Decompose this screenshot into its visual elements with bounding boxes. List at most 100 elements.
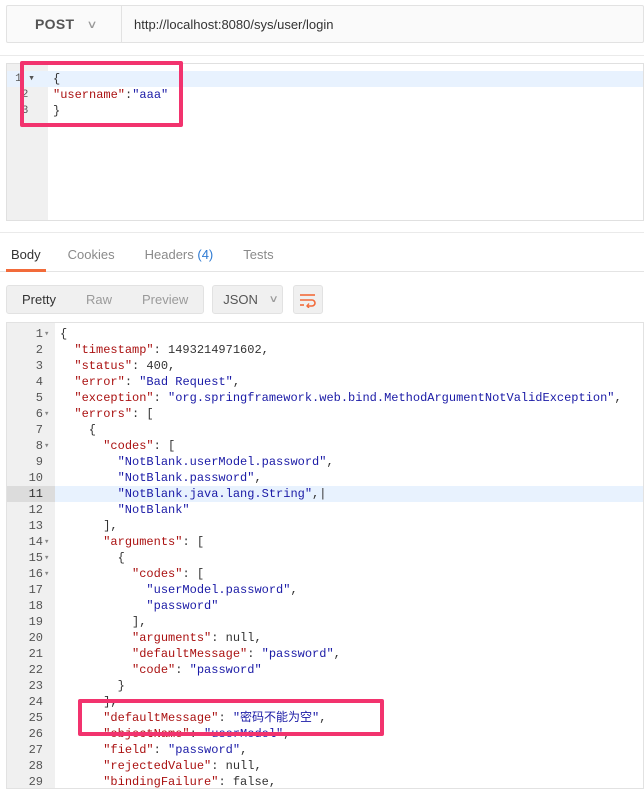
code-text: "timestamp": 1493214971602, — [74, 343, 269, 357]
fold-arrow-icon[interactable]: ▾ — [44, 406, 49, 422]
annotation-highlight-request — [20, 61, 183, 127]
line-number: 10 — [28, 471, 43, 485]
line-number: 22 — [28, 663, 43, 677]
line-number: 4 — [35, 375, 43, 389]
line-number: 9 — [35, 455, 43, 469]
method-label: POST — [35, 16, 75, 32]
raw-button[interactable]: Raw — [71, 286, 127, 313]
code-text: "rejectedValue": null, — [103, 759, 262, 773]
response-code-line: 9 "NotBlank.userModel.password", — [7, 454, 643, 470]
response-code-line: 10 "NotBlank.password", — [7, 470, 643, 486]
line-number: 13 — [28, 519, 43, 533]
line-number: 3 — [35, 359, 43, 373]
preview-button[interactable]: Preview — [127, 286, 203, 313]
url-input[interactable]: http://localhost:8080/sys/user/login — [122, 17, 333, 32]
code-text: ], — [60, 519, 118, 533]
line-number: 26 — [28, 727, 43, 741]
tab-body[interactable]: Body — [0, 247, 52, 272]
code-text: "NotBlank.password", — [117, 471, 262, 485]
fold-arrow-icon[interactable]: ▾ — [44, 326, 49, 342]
line-number: 29 — [28, 775, 43, 789]
request-url-bar: POST ∨ http://localhost:8080/sys/user/lo… — [6, 5, 644, 43]
code-text: "codes": [ — [132, 567, 205, 581]
response-code-line: 4 "error": "Bad Request", — [7, 374, 643, 390]
line-number: 7 — [35, 423, 43, 437]
divider — [0, 232, 644, 233]
response-code-line: 12 "NotBlank" — [7, 502, 643, 518]
response-code-line: 28 "rejectedValue": null, — [7, 758, 643, 774]
code-text: "status": 400, — [74, 359, 176, 373]
line-number: 11 — [28, 487, 43, 501]
tab-cookies[interactable]: Cookies — [57, 247, 126, 271]
line-number: 2 — [35, 343, 43, 357]
response-code-line: 20 "arguments": null, — [7, 630, 643, 646]
line-number: 21 — [28, 647, 43, 661]
divider — [0, 55, 644, 56]
response-code-line: 27 "field": "password", — [7, 742, 643, 758]
code-text: "NotBlank.java.lang.String",| — [117, 487, 327, 501]
response-code-line: 22 "code": "password" — [7, 662, 643, 678]
line-number: 5 — [35, 391, 43, 405]
response-code-line: 3 "status": 400, — [7, 358, 643, 374]
headers-count-badge: (4) — [197, 247, 214, 262]
line-number: 19 — [28, 615, 43, 629]
code-text: "password" — [146, 599, 219, 613]
line-number: 1 — [35, 327, 43, 341]
tab-headers[interactable]: Headers (4) — [134, 247, 225, 271]
code-text: { — [60, 327, 68, 341]
fold-arrow-icon[interactable]: ▾ — [44, 550, 49, 566]
wrap-lines-button[interactable] — [293, 285, 324, 314]
line-number: 28 — [28, 759, 43, 773]
response-code-line: 11 "NotBlank.java.lang.String",| — [7, 486, 643, 502]
code-text: "errors": [ — [74, 407, 154, 421]
wrap-lines-icon — [300, 293, 316, 308]
view-mode-switch: Pretty Raw Preview — [6, 285, 205, 314]
fold-arrow-icon[interactable]: ▾ — [44, 566, 49, 582]
response-code-line: 7 { — [7, 422, 643, 438]
response-code-line: 23 } — [7, 678, 643, 694]
code-text: { — [60, 551, 125, 565]
tab-tests[interactable]: Tests — [232, 247, 284, 271]
response-code-line: 5 "exception": "org.springframework.web.… — [7, 390, 643, 406]
format-select[interactable]: JSON ∨ — [212, 285, 284, 314]
response-code-line: 6 ▾ "errors": [ — [7, 406, 643, 422]
line-number: 20 — [28, 631, 43, 645]
line-number: 6 — [35, 407, 43, 421]
code-text: "defaultMessage": "password", — [132, 647, 341, 661]
code-text: } — [60, 679, 125, 693]
line-number: 12 — [28, 503, 43, 517]
code-text: "field": "password", — [103, 743, 248, 757]
response-code-line: 14 ▾ "arguments": [ — [7, 534, 643, 550]
response-code-line: 2 "timestamp": 1493214971602, — [7, 342, 643, 358]
code-text: "NotBlank.userModel.password", — [117, 455, 334, 469]
response-code-line: 29 "bindingFailure": false, — [7, 774, 643, 789]
line-number: 27 — [28, 743, 43, 757]
line-number: 17 — [28, 583, 43, 597]
fold-arrow-icon[interactable]: ▾ — [44, 438, 49, 454]
pretty-button[interactable]: Pretty — [7, 286, 71, 313]
chevron-down-icon: ∨ — [268, 294, 279, 305]
line-number: 23 — [28, 679, 43, 693]
line-number: 15 — [28, 551, 43, 565]
response-code-line: 17 "userModel.password", — [7, 582, 643, 598]
line-number: 8 — [35, 439, 43, 453]
response-code-line: 21 "defaultMessage": "password", — [7, 646, 643, 662]
code-text: "bindingFailure": false, — [103, 775, 277, 789]
code-text: ], — [60, 615, 147, 629]
response-code-line: 19 ], — [7, 614, 643, 630]
code-text: "codes": [ — [103, 439, 176, 453]
code-text: "NotBlank" — [117, 503, 190, 517]
line-number: 16 — [28, 567, 43, 581]
code-text: "exception": "org.springframework.web.bi… — [74, 391, 622, 405]
response-code-line: 13 ], — [7, 518, 643, 534]
annotation-highlight-response — [78, 699, 384, 736]
code-text: "arguments": null, — [132, 631, 262, 645]
code-text: "arguments": [ — [103, 535, 205, 549]
fold-arrow-icon[interactable]: ▾ — [44, 534, 49, 550]
response-code-line: 15 ▾ { — [7, 550, 643, 566]
code-text: "error": "Bad Request", — [74, 375, 241, 389]
line-number: 14 — [28, 535, 43, 549]
method-select[interactable]: POST ∨ — [7, 6, 122, 42]
response-code-line: 8 ▾ "codes": [ — [7, 438, 643, 454]
line-number: 24 — [28, 695, 43, 709]
